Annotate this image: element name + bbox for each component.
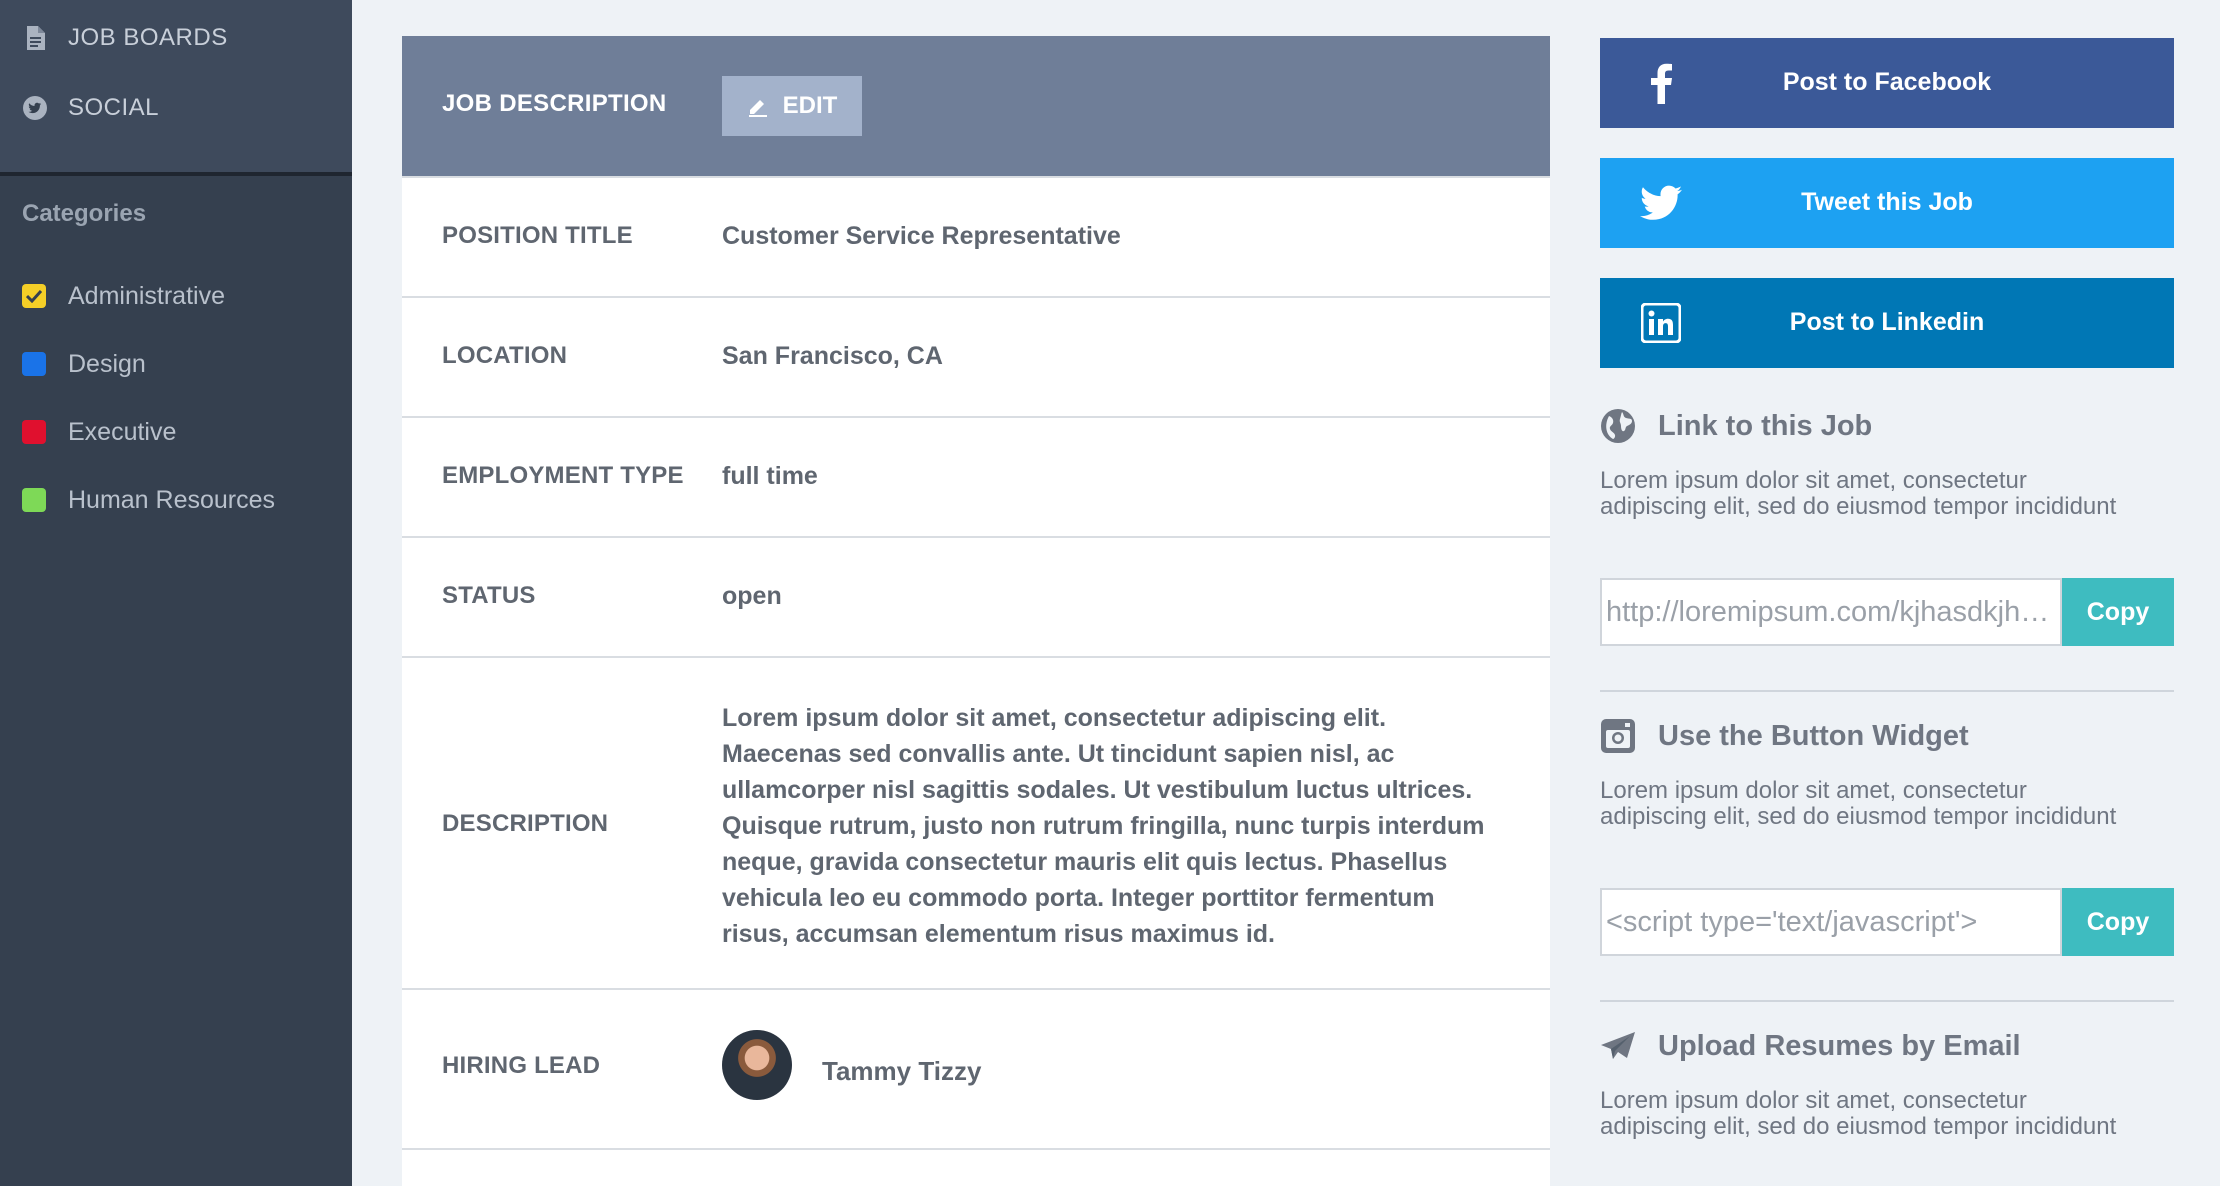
widget-section-title: Use the Button Widget — [1600, 716, 1969, 756]
pencil-icon — [748, 100, 767, 117]
hiring-lead-name: Tammy Tizzy — [822, 1056, 982, 1086]
nav-item-social[interactable]: SOCIAL — [22, 88, 159, 128]
checkbox[interactable] — [22, 488, 46, 512]
category-label: Human Resources — [68, 485, 276, 514]
globe-icon — [1600, 408, 1636, 444]
section-title-text: Link to this Job — [1658, 409, 1873, 442]
post-to-facebook-button[interactable]: Post to Facebook — [1600, 38, 2174, 128]
section-title-text: Upload Resumes by Email — [1658, 1029, 2021, 1062]
link-section-desc: Lorem ipsum dolor sit amet, consectetur … — [1600, 467, 2117, 520]
link-section-title: Link to this Job — [1600, 406, 1872, 446]
nav-label: JOB BOARDS — [68, 24, 228, 51]
field-label: HIRING LEAD — [442, 1052, 601, 1079]
tweet-this-job-button[interactable]: Tweet this Job — [1600, 158, 2174, 248]
copy-link-button[interactable]: Copy — [2062, 578, 2174, 646]
field-row-employment-type: EMPLOYMENT TYPE full time — [402, 416, 1550, 536]
field-label: POSITION TITLE — [442, 222, 633, 249]
card-header: JOB DESCRIPTION EDIT — [402, 36, 1550, 176]
section-title-text: Use the Button Widget — [1658, 719, 1969, 752]
description-text: Lorem ipsum dolor sit amet, consectetur … — [722, 704, 1485, 948]
button-label: Tweet this Job — [1801, 188, 1973, 216]
field-row-status: STATUS open — [402, 536, 1550, 656]
category-label: Executive — [68, 417, 177, 446]
checkbox[interactable] — [22, 352, 46, 376]
upload-section-desc: Lorem ipsum dolor sit amet, consectetur … — [1600, 1087, 2117, 1140]
category-executive[interactable]: Executive — [22, 412, 176, 452]
avatar — [722, 1030, 792, 1100]
copy-widget-button[interactable]: Copy — [2062, 888, 2174, 956]
edit-label: EDIT — [782, 92, 838, 119]
nav-label: SOCIAL — [68, 94, 160, 121]
widget-code-input[interactable]: <script type='text/javascript'> — [1600, 888, 2062, 956]
field-row-description: DESCRIPTION Lorem ipsum dolor sit amet, … — [402, 656, 1550, 988]
checkbox[interactable] — [22, 420, 46, 444]
field-value: Customer Service Representative — [722, 222, 1121, 250]
field-value: San Francisco, CA — [722, 342, 943, 370]
button-label: Post to Facebook — [1782, 68, 1992, 96]
paper-plane-icon — [1600, 1028, 1636, 1064]
post-to-linkedin-button[interactable]: Post to Linkedin — [1600, 278, 2174, 368]
field-label: STATUS — [442, 582, 536, 609]
card-title: JOB DESCRIPTION — [442, 90, 667, 117]
field-row-position-title: POSITION TITLE Customer Service Represen… — [402, 176, 1550, 296]
category-label: Design — [68, 349, 146, 378]
check-icon — [26, 289, 42, 303]
job-description-card: JOB DESCRIPTION EDIT POSITION TITLE Cust… — [402, 36, 1550, 1186]
edit-button[interactable]: EDIT — [722, 76, 862, 136]
instagram-icon — [1600, 718, 1636, 754]
field-label: EMPLOYMENT TYPE — [442, 462, 684, 489]
field-row-location: LOCATION San Francisco, CA — [402, 296, 1550, 416]
divider — [1600, 1000, 2174, 1002]
categories-heading: Categories — [22, 200, 147, 227]
widget-section-desc: Lorem ipsum dolor sit amet, consectetur … — [1600, 777, 2117, 830]
field-value: open — [722, 582, 782, 610]
twitter-icon — [22, 95, 48, 121]
job-link-input[interactable]: http://loremipsum.com/kjhasdkjhasd — [1600, 578, 2062, 646]
category-design[interactable]: Design — [22, 344, 146, 384]
divider — [1600, 690, 2174, 692]
category-label: Administrative — [68, 281, 225, 310]
checkbox-checked[interactable] — [22, 284, 46, 308]
nav-item-job-boards[interactable]: JOB BOARDS — [22, 18, 228, 58]
field-label: LOCATION — [442, 342, 568, 369]
category-human-resources[interactable]: Human Resources — [22, 480, 275, 520]
upload-section-title: Upload Resumes by Email — [1600, 1026, 2021, 1066]
sidebar: JOB BOARDS SOCIAL Categories Administrat… — [0, 0, 352, 1186]
sidebar-nav: JOB BOARDS SOCIAL — [0, 0, 352, 176]
category-administrative[interactable]: Administrative — [22, 276, 225, 316]
field-row-hiring-lead: HIRING LEAD Tammy Tizzy — [402, 988, 1550, 1150]
field-value: full time — [722, 462, 818, 490]
document-icon — [22, 25, 48, 51]
field-label: DESCRIPTION — [442, 810, 609, 837]
button-label: Post to Linkedin — [1789, 308, 1985, 336]
